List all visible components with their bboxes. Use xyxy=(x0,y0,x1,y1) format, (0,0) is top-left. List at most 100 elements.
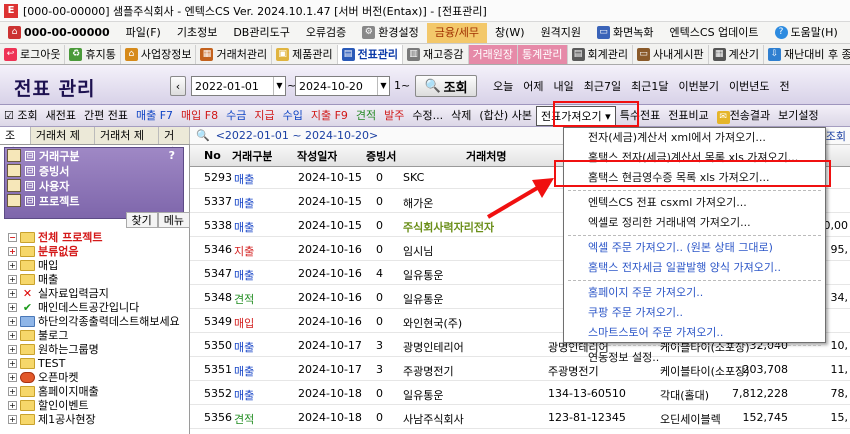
tree-item[interactable]: + 할인이벤트 xyxy=(0,398,190,412)
menu-db-tools[interactable]: DB관리도구 xyxy=(225,23,298,43)
panel-item-evidence[interactable]: ⊟ 증빙서 xyxy=(5,163,183,178)
prev-period-button[interactable]: ‹ xyxy=(170,76,186,96)
tab-trash[interactable]: ♻ 휴지통 xyxy=(65,44,121,64)
dropdown-item[interactable]: 홈페이지 주문 가져오기.. xyxy=(564,283,825,303)
delete-button[interactable]: 삭제 xyxy=(447,106,475,126)
purchase-button[interactable]: 매입 F8 xyxy=(177,106,222,126)
tab-logout[interactable]: ↩ 로그아웃 xyxy=(0,44,66,64)
tree-item[interactable]: + 오픈마켓 xyxy=(0,370,190,384)
tab-accounting[interactable]: ▤ 회계관리 xyxy=(568,44,633,64)
tab-disaster-exit[interactable]: ⇩재난대비 후 종료 xyxy=(764,45,850,64)
dropdown-item[interactable]: 전자(세금)계산서 xml에서 가져오기... xyxy=(564,128,825,148)
collapse-icon[interactable]: + xyxy=(8,358,17,368)
dropdown-item[interactable]: 엑셀 주문 가져오기.. (원본 상태 그대로) xyxy=(564,238,825,258)
dropdown-item[interactable]: 홈택스 전자세금 일괄발행 양식 가져오기.. xyxy=(564,258,825,278)
tab-stats[interactable]: 통계관리 xyxy=(518,44,568,64)
new-voucher-button[interactable]: 새전표 xyxy=(42,106,80,126)
menu-help[interactable]: ? 도움말(H) xyxy=(767,23,846,43)
search-button[interactable]: 🔍 조회 xyxy=(415,75,477,97)
tab-ledger[interactable]: 거래원장 xyxy=(468,44,519,64)
find-tab[interactable]: 찾기 xyxy=(125,212,158,228)
tree-item[interactable]: + ✕ 실자료입력금지 xyxy=(0,286,190,300)
dropdown-item[interactable]: 엔텍스CS 전표 csxml 가져오기... xyxy=(564,193,825,213)
tree-item[interactable]: − 전체 프로젝트 xyxy=(0,230,190,244)
view-checkbox[interactable]: ☑ 조회 xyxy=(0,106,42,126)
tab-client[interactable]: ▦ 거래처관리 xyxy=(196,44,273,64)
tree-item[interactable]: + 홈페이지매출 xyxy=(0,384,190,398)
tree-item[interactable]: + 분류없음 xyxy=(0,244,190,258)
quick-1month[interactable]: 최근1달 xyxy=(626,78,673,94)
menu-window[interactable]: 창(W) xyxy=(487,23,533,43)
menu-basic-info[interactable]: 기초정보 xyxy=(169,23,225,43)
date-from-input[interactable]: 2022-01-01 ▼ xyxy=(191,76,286,96)
menu-remote[interactable]: 원격지원 xyxy=(533,23,589,43)
quick-tomorrow[interactable]: 내일 xyxy=(549,78,579,94)
date-to-input[interactable]: 2024-10-20 ▼ xyxy=(295,76,390,96)
tree-item[interactable]: + 원하는그룹명 xyxy=(0,342,190,356)
quick-quarter[interactable]: 이번분기 xyxy=(673,78,723,94)
simple-voucher-button[interactable]: 간편 전표 xyxy=(80,106,132,126)
tab-voucher[interactable]: ▤ 전표관리 xyxy=(337,44,404,64)
tree-item[interactable]: + 매출 xyxy=(0,272,190,286)
menu-settings[interactable]: ⚙ 환경설정 xyxy=(354,23,426,43)
table-row[interactable]: 5352 매출 2024-10-18 0 일유통운 134-13-60510 각대(홀대) 7… xyxy=(190,383,850,405)
tree-item[interactable]: + 매입 xyxy=(0,258,190,272)
payment-button[interactable]: 지급 xyxy=(250,106,278,126)
tree-item[interactable]: + 제1공사현장 xyxy=(0,412,190,426)
tab-inventory[interactable]: ▥ 재고증감 xyxy=(403,44,469,64)
collapse-icon[interactable]: + xyxy=(8,386,17,396)
col-client[interactable]: 거래처명 xyxy=(466,148,506,164)
left-tab-client-product-2[interactable]: 거래처 제품 xyxy=(95,127,160,159)
collapse-icon[interactable]: + xyxy=(8,372,17,382)
tree-item[interactable]: + ✔ 매인데스트공간입니다 xyxy=(0,300,190,314)
collapse-icon[interactable]: + xyxy=(8,414,17,424)
collapse-icon[interactable]: + xyxy=(8,288,17,298)
order-button[interactable]: 발주 xyxy=(380,106,408,126)
chevron-down-icon[interactable]: ▼ xyxy=(273,77,285,95)
col-kind[interactable]: 거래구분 xyxy=(232,148,272,164)
collapse-icon[interactable]: + xyxy=(8,344,17,354)
menu-file[interactable]: 파일(F) xyxy=(118,23,169,43)
copy-button[interactable]: (합산) 사본 xyxy=(475,106,536,126)
menu-update[interactable]: 엔텍스CS 업데이트 xyxy=(662,23,767,43)
magnifier-icon[interactable]: 🔍 xyxy=(196,129,210,142)
collapse-icon[interactable]: + xyxy=(8,302,17,312)
tree-item[interactable]: + 하단의각종출력데스트해보세요 xyxy=(0,314,190,328)
collapse-icon[interactable]: + xyxy=(8,316,17,326)
menu-error-check[interactable]: 오류검증 xyxy=(298,23,354,43)
tree-item[interactable]: + 불로그 xyxy=(0,328,190,342)
collapse-icon[interactable]: + xyxy=(8,246,17,256)
menu-record[interactable]: ▭ 화면녹화 xyxy=(589,23,661,43)
menu-finance[interactable]: 금융/세무 xyxy=(426,22,487,43)
panel-item-trade-type[interactable]: ⊟ 거래구분? xyxy=(5,148,183,163)
chevron-down-icon[interactable]: ▼ xyxy=(377,77,389,95)
dropdown-item[interactable]: 연동정보 설정.. xyxy=(564,348,825,368)
compare-voucher-button[interactable]: 전표비교 xyxy=(664,106,712,126)
left-tab-client-product[interactable]: 거래처 제품 xyxy=(31,127,95,159)
receipt-button[interactable]: 수금 xyxy=(222,106,250,126)
tab-calculator[interactable]: ▦ 계산기 xyxy=(709,44,764,64)
quick-year[interactable]: 이번년도 xyxy=(724,78,774,94)
send-result-button[interactable]: ✉ 전송결과 xyxy=(713,106,774,126)
quick-yesterday[interactable]: 어제 xyxy=(518,78,548,94)
dropdown-item[interactable]: 엑셀로 정리한 거래내역 가져오기... xyxy=(564,213,825,233)
estimate-button[interactable]: 견적 xyxy=(352,106,380,126)
dropdown-item[interactable]: 스마트스토어 주문 가져오기.. xyxy=(564,323,825,343)
tree-item[interactable]: + TEST xyxy=(0,356,190,370)
collapse-icon[interactable]: + xyxy=(8,260,17,270)
quick-7days[interactable]: 최근7일 xyxy=(579,78,626,94)
tab-board[interactable]: ▭ 사내게시판 xyxy=(633,44,709,64)
col-no[interactable]: No xyxy=(204,149,221,162)
tab-business[interactable]: ⌂ 사업장정보 xyxy=(121,44,197,64)
dropdown-item[interactable]: 쿠팡 주문 가져오기.. xyxy=(564,303,825,323)
panel-item-project[interactable]: ⊟ 프로젝트 xyxy=(5,193,183,208)
collapse-icon[interactable]: + xyxy=(8,400,17,410)
view-settings-button[interactable]: 보기설정 xyxy=(774,106,822,126)
left-tab-trade[interactable]: 거래 xyxy=(159,127,190,159)
tab-product[interactable]: ▣ 제품관리 xyxy=(272,44,338,64)
edit-button[interactable]: 수정... xyxy=(408,106,447,126)
collapse-icon[interactable]: − xyxy=(8,232,17,242)
income-button[interactable]: 수입 xyxy=(279,106,307,126)
menu-tab[interactable]: 메뉴 xyxy=(157,212,190,228)
left-tab-view[interactable]: 조회 xyxy=(0,127,31,159)
